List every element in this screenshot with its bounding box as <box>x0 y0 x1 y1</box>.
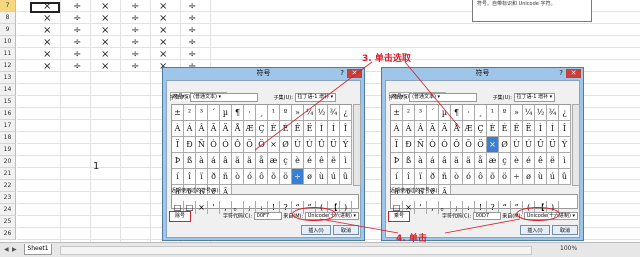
arrow-step4-left <box>319 218 399 234</box>
arrow-step3-left <box>254 61 373 151</box>
annotation-arrows <box>254 61 521 234</box>
arrow-step4-right <box>444 218 521 234</box>
arrow-step3-right <box>404 61 461 129</box>
